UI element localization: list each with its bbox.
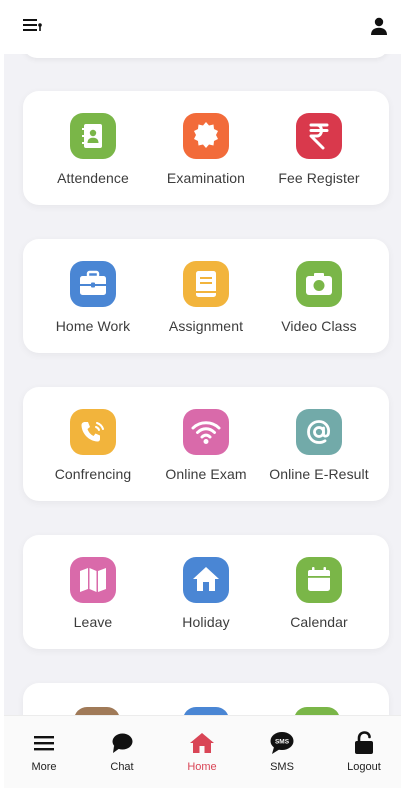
- video-class-label: Video Class: [281, 318, 357, 334]
- menu-card-2: Home Work Assignment Video Class: [23, 239, 389, 353]
- examination-tile[interactable]: Examination: [146, 113, 266, 193]
- top-app-bar: [4, 0, 401, 54]
- menu-card-3: Confrencing Online Exam Online E-Result: [23, 387, 389, 501]
- nav-more[interactable]: More: [9, 730, 79, 773]
- briefcase-icon: [70, 261, 116, 307]
- phone-ringing-icon: [70, 409, 116, 455]
- bottom-navigation: More Chat Home SMS SMS Logout: [4, 715, 401, 788]
- online-exam-label: Online Exam: [165, 466, 247, 482]
- nav-chat-label: Chat: [110, 761, 134, 773]
- online-exam-tile[interactable]: Online Exam: [146, 409, 266, 489]
- contact-book-icon: [70, 113, 116, 159]
- home-work-label: Home Work: [55, 318, 131, 334]
- home-work-tile[interactable]: Home Work: [33, 261, 153, 341]
- nav-logout-label: Logout: [347, 761, 381, 773]
- rupee-icon: [296, 113, 342, 159]
- nav-sms-label: SMS: [270, 761, 294, 773]
- at-sign-icon: [296, 409, 342, 455]
- confrencing-tile[interactable]: Confrencing: [33, 409, 153, 489]
- holiday-label: Holiday: [182, 614, 230, 630]
- examination-label: Examination: [166, 170, 246, 186]
- nav-home[interactable]: Home: [167, 730, 237, 773]
- nav-more-label: More: [31, 761, 57, 773]
- user-icon[interactable]: [367, 14, 391, 38]
- unlock-icon: [329, 730, 399, 756]
- sms-bubble-icon: SMS: [247, 730, 317, 756]
- nav-home-label: Home: [187, 761, 217, 773]
- calendar-label: Calendar: [290, 614, 348, 630]
- video-class-tile[interactable]: Video Class: [259, 261, 379, 341]
- assignment-label: Assignment: [168, 318, 244, 334]
- home-icon: [183, 557, 229, 603]
- holiday-tile[interactable]: Holiday: [146, 557, 266, 637]
- wifi-icon: [183, 409, 229, 455]
- menu-lines-icon[interactable]: [22, 16, 44, 36]
- fee-register-label: Fee Register: [278, 170, 360, 186]
- svg-text:SMS: SMS: [275, 739, 290, 746]
- leave-label: Leave: [73, 614, 113, 630]
- app-screen: Attendence Examination Fee Register Home…: [4, 0, 401, 788]
- hamburger-icon: [9, 730, 79, 756]
- assignment-tile[interactable]: Assignment: [146, 261, 266, 341]
- online-e-result-tile[interactable]: Online E-Result: [259, 409, 379, 489]
- calendar-tile[interactable]: Calendar: [259, 557, 379, 637]
- fee-register-tile[interactable]: Fee Register: [259, 113, 379, 193]
- nav-chat[interactable]: Chat: [87, 730, 157, 773]
- home-icon: [167, 730, 237, 756]
- nav-sms[interactable]: SMS SMS: [247, 730, 317, 773]
- book-icon: [183, 261, 229, 307]
- online-e-result-label: Online E-Result: [269, 466, 369, 482]
- chat-bubble-icon: [87, 730, 157, 756]
- camera-icon: [296, 261, 342, 307]
- menu-card-1: Attendence Examination Fee Register: [23, 91, 389, 205]
- confrencing-label: Confrencing: [54, 466, 132, 482]
- badge-icon: [183, 113, 229, 159]
- calendar-icon: [296, 557, 342, 603]
- nav-logout[interactable]: Logout: [329, 730, 399, 773]
- map-icon: [70, 557, 116, 603]
- attendence-label: Attendence: [57, 170, 129, 186]
- leave-tile[interactable]: Leave: [33, 557, 153, 637]
- menu-card-4: Leave Holiday Calendar: [23, 535, 389, 649]
- attendence-tile[interactable]: Attendence: [33, 113, 153, 193]
